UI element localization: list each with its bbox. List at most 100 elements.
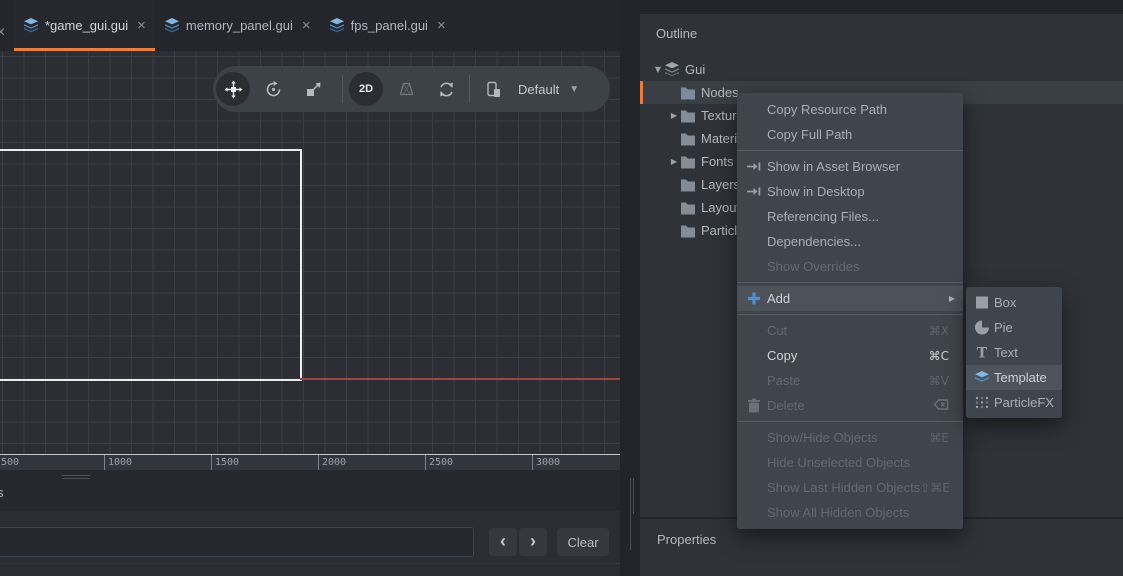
horizontal-splitter-handle[interactable] (62, 475, 90, 481)
editor-left-column: × *game_gui.gui×memory_panel.gui×fps_pan… (0, 0, 620, 576)
tab--game-gui-gui[interactable]: *game_gui.gui× (14, 0, 155, 51)
ruler-label: 2000 (322, 457, 346, 468)
folder-icon (680, 108, 696, 123)
submenu-item-template[interactable]: Template (966, 365, 1062, 390)
submenu-arrow-icon: ▶ (949, 294, 955, 303)
menu-item-label: Show in Desktop (767, 184, 963, 199)
pie-icon (974, 320, 990, 335)
menu-item-show-all-hidden-objects: Show All Hidden Objects (737, 500, 963, 525)
gui-layers-icon (664, 62, 680, 77)
submenu-item-particlefx[interactable]: ParticleFX (966, 390, 1062, 415)
prev-result-button[interactable]: ‹ (489, 528, 517, 556)
tab-label: fps_panel.gui (351, 18, 428, 33)
chevron-collapsed-icon[interactable]: ▶ (668, 111, 680, 120)
scale-tool-icon (304, 80, 323, 99)
ruler-label: 1500 (215, 457, 239, 468)
folder-icon (680, 131, 696, 146)
submenu-item-label: Pie (994, 320, 1062, 335)
menu-item-label: Show Last Hidden Objects (767, 480, 920, 495)
display-profile-value[interactable]: Default (518, 82, 559, 97)
menu-item-label: Add (767, 291, 949, 306)
console-search-input[interactable] (0, 527, 474, 557)
menu-item-label: Show/Hide Objects (767, 430, 929, 445)
tabs-container: *game_gui.gui×memory_panel.gui×fps_panel… (14, 0, 455, 51)
menu-divider (737, 418, 963, 425)
folder-icon (680, 200, 696, 215)
menu-item-copy-resource-path[interactable]: Copy Resource Path (737, 97, 963, 122)
next-result-button[interactable]: › (519, 528, 547, 556)
text-icon: T (974, 345, 990, 360)
2d-mode-button[interactable]: 2D (349, 72, 383, 106)
menu-item-copy[interactable]: Copy⌘C (737, 343, 963, 368)
close-tab-icon[interactable]: × (137, 18, 146, 33)
menu-item-label: Delete (767, 398, 933, 413)
menu-item-show-in-desktop[interactable]: Show in Desktop (737, 179, 963, 204)
show-in-icon (746, 159, 762, 174)
chevron-collapsed-icon[interactable]: ▶ (668, 157, 680, 166)
menu-item-dependencies-[interactable]: Dependencies... (737, 229, 963, 254)
clear-button[interactable]: Clear (557, 528, 609, 556)
submenu-item-label: Box (994, 295, 1062, 310)
menu-item-show-last-hidden-objects: Show Last Hidden Objects⇧⌘E (737, 475, 963, 500)
plus-icon (746, 291, 762, 306)
scene-viewport[interactable]: 2D Default ▼ (0, 51, 620, 454)
menu-item-label: Show All Hidden Objects (767, 505, 963, 520)
menu-item-referencing-files-[interactable]: Referencing Files... (737, 204, 963, 229)
menu-item-add[interactable]: Add▶ (737, 286, 963, 311)
ruler-tick (318, 455, 319, 471)
toolbar-divider (342, 75, 343, 103)
menu-item-copy-full-path[interactable]: Copy Full Path (737, 122, 963, 147)
toolbar-divider (469, 75, 470, 103)
chevron-down-icon[interactable]: ▼ (569, 84, 579, 95)
move-tool-button[interactable] (216, 72, 250, 106)
menu-item-label: Cut (767, 323, 929, 338)
submenu-item-box[interactable]: Box (966, 290, 1062, 315)
menu-item-shortcut: ⌘E (929, 431, 949, 445)
menu-divider (737, 279, 963, 286)
menu-item-show-in-asset-browser[interactable]: Show in Asset Browser (737, 154, 963, 179)
tree-item-label: Nodes (701, 85, 739, 100)
gui-bounds-rectangle (0, 149, 302, 381)
perspective-camera-button[interactable] (389, 72, 423, 106)
tab-fps-panel-gui[interactable]: fps_panel.gui × (320, 0, 455, 51)
delete-key-icon (933, 397, 949, 412)
tree-item-gui[interactable]: ▼ Gui (640, 58, 1123, 81)
menu-item-delete: Delete (737, 393, 963, 418)
console-panel: s ‹ › Clear (0, 470, 620, 576)
submenu-item-text[interactable]: TText (966, 340, 1062, 365)
close-tab-icon[interactable]: × (437, 18, 446, 33)
menu-item-show-hide-objects: Show/Hide Objects⌘E (737, 425, 963, 450)
menu-item-hide-unselected-objects: Hide Unselected Objects (737, 450, 963, 475)
vertical-splitter-handle[interactable] (630, 478, 638, 514)
ruler-tick (211, 455, 212, 471)
simulated-resolution-button[interactable] (476, 72, 510, 106)
tree-item-label: Gui (685, 62, 705, 77)
ruler-label: 500 (1, 457, 19, 468)
editor-window: × *game_gui.gui×memory_panel.gui×fps_pan… (0, 0, 1123, 576)
chevron-expanded-icon[interactable]: ▼ (652, 65, 664, 74)
ruler-label: 2500 (429, 457, 453, 468)
menu-item-shortcut: ⌘V (929, 374, 949, 388)
outline-panel-title: Outline (656, 26, 697, 41)
submenu-item-pie[interactable]: Pie (966, 315, 1062, 340)
close-tab-icon[interactable]: × (302, 18, 311, 33)
menu-divider (737, 311, 963, 318)
tree-item-label: Fonts (701, 154, 734, 169)
folder-icon (680, 177, 696, 192)
properties-panel-title: Properties (657, 532, 716, 547)
tab-memory-panel-gui[interactable]: memory_panel.gui× (155, 0, 320, 51)
device-icon (484, 80, 503, 99)
reset-camera-button[interactable] (429, 72, 463, 106)
rotate-tool-button[interactable] (256, 72, 290, 106)
menu-item-label: Copy (767, 348, 929, 363)
folder-icon (680, 154, 696, 169)
rotate-tool-icon (264, 80, 283, 99)
scale-tool-button[interactable] (296, 72, 330, 106)
ruler-label: 3000 (536, 457, 560, 468)
x-axis-line (300, 378, 620, 380)
close-tab-icon[interactable]: × (0, 25, 5, 41)
context-menu: Copy Resource PathCopy Full Path Show in … (737, 93, 963, 529)
horizontal-ruler: 50010001500200025003000 (0, 454, 620, 470)
show-in-icon (746, 184, 762, 199)
menu-item-cut: Cut⌘X (737, 318, 963, 343)
